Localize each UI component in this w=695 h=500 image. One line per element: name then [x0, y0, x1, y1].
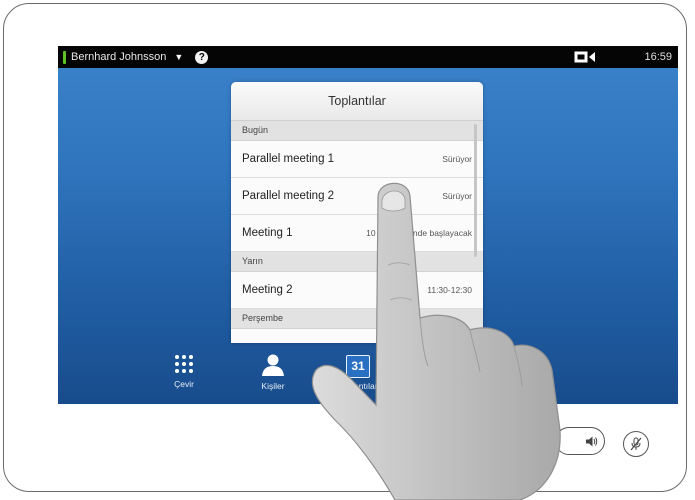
- pointing-hand-illustration: [311, 182, 561, 500]
